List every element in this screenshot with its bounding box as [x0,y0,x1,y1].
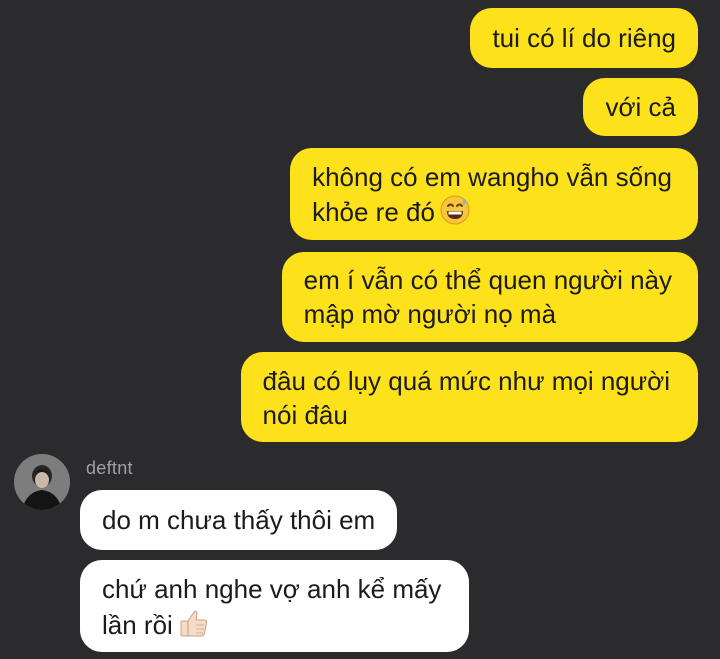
message-text: với cả [605,92,676,122]
sender-name: deftnt [86,458,133,478]
incoming-message[interactable]: do m chưa thấy thôi em [80,490,398,550]
message-text: lần rồi [102,609,173,640]
message-text: mập mờ người nọ mà [303,299,557,329]
message-text: đâu có lụy quá mức như mọi người [262,366,670,396]
avatar[interactable] [14,454,70,510]
thumbs-up-icon [177,606,211,648]
outgoing-message[interactable]: em í vẫn có thể quen người này mập mờ ng… [281,252,698,342]
chat-thread: tui có lí do riêng với cả không có em wa… [0,0,720,659]
message-text: chứ anh nghe vợ anh kể mấy [102,574,442,604]
grinning-sweat-emoji-icon [439,194,471,234]
message-text: tui có lí do riêng [492,23,676,53]
outgoing-message[interactable]: với cả [583,78,698,136]
message-text: do m chưa thấy thôi em [102,505,376,535]
outgoing-message[interactable]: không có em wangho vẫn sống khỏe re đó [290,148,698,240]
message-text: khỏe re đó [312,196,435,227]
message-text: nói đâu [262,400,348,430]
outgoing-message[interactable]: đâu có lụy quá mức như mọi người nói đâu [240,352,698,442]
outgoing-message[interactable]: tui có lí do riêng [470,8,698,68]
incoming-message[interactable]: chứ anh nghe vợ anh kể mấy lần rồi [80,560,470,652]
message-text: em í vẫn có thể quen người này [303,265,672,295]
message-text: không có em wangho vẫn sống [312,162,672,192]
